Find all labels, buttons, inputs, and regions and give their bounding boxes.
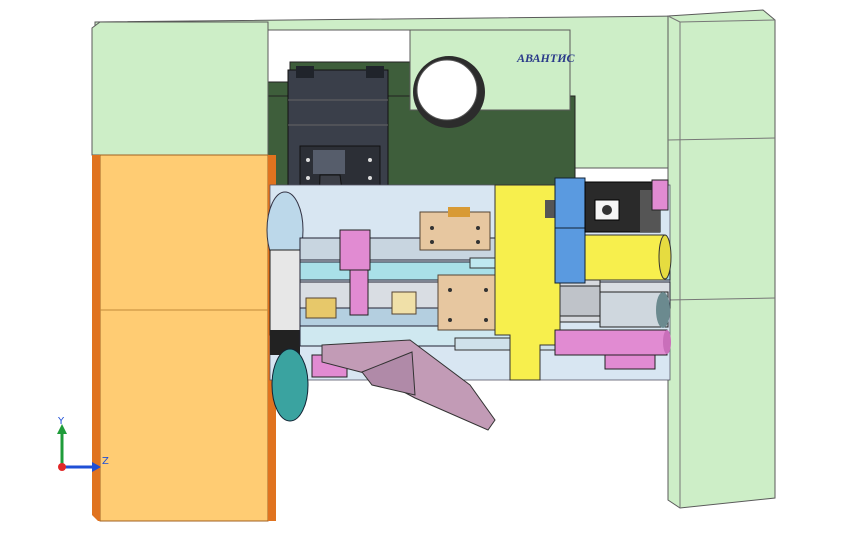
brand-label: АВАНТИС bbox=[516, 51, 576, 65]
triad-y-label: Y bbox=[57, 416, 65, 427]
right-frame-pillar bbox=[667, 9, 776, 509]
motor-block bbox=[584, 179, 669, 233]
round-bushing-face bbox=[416, 59, 478, 121]
cad-viewport[interactable]: АВАНТИС Y Z bbox=[0, 0, 867, 533]
left-frame-pillar bbox=[91, 21, 269, 156]
blue-block bbox=[554, 177, 586, 284]
triad-origin bbox=[58, 463, 66, 471]
mold-assembly-model: АВАНТИС bbox=[91, 9, 776, 522]
orange-side-plate bbox=[92, 154, 276, 522]
triad-z-label: Z bbox=[102, 456, 109, 467]
